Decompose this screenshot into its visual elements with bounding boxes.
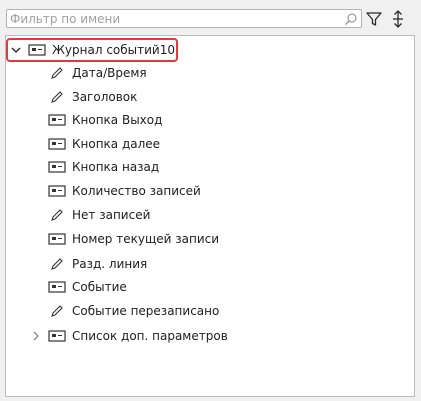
tree-root-item[interactable]: Журнал событий10 [10, 39, 175, 61]
tree-item[interactable]: Список доп. параметров [30, 325, 228, 347]
toolbar [0, 0, 421, 34]
chevron-down-icon[interactable] [10, 44, 22, 56]
component-icon [48, 281, 66, 293]
filter-button[interactable] [364, 9, 384, 29]
pencil-icon [48, 258, 66, 270]
tree-item-label: Нет записей [72, 208, 151, 222]
sort-button[interactable] [388, 9, 408, 29]
component-icon [48, 233, 66, 245]
search-field[interactable] [6, 9, 362, 28]
tree-item-label: Кнопка назад [72, 160, 160, 174]
component-icon [48, 138, 66, 150]
component-icon [48, 114, 66, 126]
tree-item[interactable]: Кнопка назад [48, 156, 159, 178]
pencil-icon [48, 91, 66, 103]
tree-item[interactable]: Нет записей [48, 204, 150, 226]
pencil-icon [48, 305, 66, 317]
tree-item[interactable]: Номер текущей записи [48, 228, 219, 250]
tree-item-label: Количество записей [72, 184, 201, 198]
tree-item[interactable]: Кнопка Выход [48, 109, 162, 131]
filter-icon [364, 9, 384, 29]
search-icon [344, 12, 358, 26]
tree-item[interactable]: Кнопка далее [48, 133, 160, 155]
tree-item[interactable]: Количество записей [48, 180, 201, 202]
tree-item-label: Событие перезаписано [72, 304, 220, 318]
tree-item[interactable]: Событие [48, 276, 127, 298]
component-icon [28, 44, 46, 56]
tree-item-label: Дата/Время [72, 66, 147, 80]
sort-icon [388, 9, 408, 29]
tree-item[interactable]: Событие перезаписано [48, 300, 219, 322]
pencil-icon [48, 67, 66, 79]
component-tree[interactable]: Журнал событий10 Дата/Время Заголовок Кн… [5, 35, 415, 397]
tree-item-label: Номер текущей записи [72, 232, 220, 246]
search-input[interactable] [7, 10, 341, 27]
tree-item[interactable]: Заголовок [48, 86, 137, 108]
tree-item-label: Список доп. параметров [72, 329, 228, 343]
tree-item-label: Событие [72, 280, 127, 294]
tree-root-label: Журнал событий10 [52, 43, 175, 57]
tree-item-label: Кнопка Выход [72, 113, 163, 127]
tree-item-label: Заголовок [72, 90, 138, 104]
tree-item[interactable]: Дата/Время [48, 62, 147, 84]
pencil-icon [48, 209, 66, 221]
tree-item-label: Кнопка далее [72, 137, 161, 151]
component-icon [48, 161, 66, 173]
component-icon [48, 330, 66, 342]
component-icon [48, 185, 66, 197]
chevron-right-icon[interactable] [30, 330, 42, 342]
tree-item-label: Разд. линия [72, 257, 148, 271]
tree-item[interactable]: Разд. линия [48, 253, 147, 275]
